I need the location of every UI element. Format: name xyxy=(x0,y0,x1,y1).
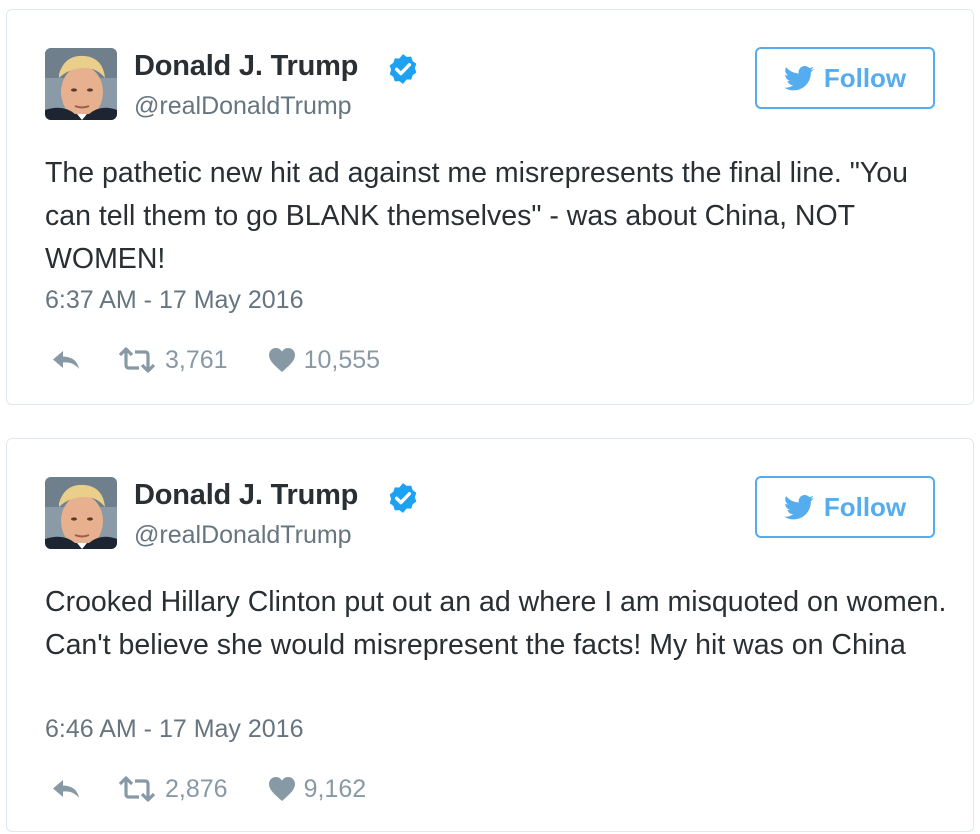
tweet-actions: 2,876 9,162 xyxy=(45,769,366,809)
retweet-icon xyxy=(118,347,156,373)
reply-icon xyxy=(53,351,79,369)
like-count: 9,162 xyxy=(303,774,367,803)
author-handle[interactable]: @realDonaldTrump xyxy=(134,521,352,550)
heart-icon xyxy=(268,777,295,801)
like-button[interactable]: 10,555 xyxy=(268,346,380,375)
avatar-image xyxy=(45,477,117,549)
tweet-text: Crooked Hillary Clinton put out an ad wh… xyxy=(45,586,947,661)
retweet-button[interactable]: 3,761 xyxy=(117,346,228,375)
tweet-actions: 3,761 10,555 xyxy=(45,340,380,380)
avatar-image xyxy=(45,48,117,120)
reply-icon xyxy=(53,780,79,798)
avatar[interactable] xyxy=(45,477,117,549)
verified-badge-icon xyxy=(389,54,417,84)
author-handle[interactable]: @realDonaldTrump xyxy=(134,92,352,121)
tweet-card: Donald J. Trump @realDonaldTrump Follow … xyxy=(6,438,974,832)
reply-button[interactable] xyxy=(49,777,83,801)
retweet-count: 2,876 xyxy=(165,774,228,803)
retweet-count: 3,761 xyxy=(165,345,228,374)
like-count: 10,555 xyxy=(303,345,381,374)
bird-icon xyxy=(783,494,814,519)
bird-icon xyxy=(783,65,814,90)
follow-label: Follow xyxy=(823,62,907,93)
tweet-card: Donald J. Trump @realDonaldTrump Follow … xyxy=(6,9,974,405)
follow-label: Follow xyxy=(823,491,907,522)
reply-button[interactable] xyxy=(49,348,83,372)
retweet-button[interactable]: 2,876 xyxy=(117,775,228,804)
author-name[interactable]: Donald J. Trump xyxy=(134,479,358,512)
heart-icon xyxy=(268,348,295,372)
follow-button[interactable]: Follow xyxy=(755,47,935,109)
follow-button[interactable]: Follow xyxy=(755,476,935,538)
timestamp[interactable]: 6:37 AM - 17 May 2016 xyxy=(45,286,303,315)
like-button[interactable]: 9,162 xyxy=(268,774,367,804)
verified-badge-icon xyxy=(389,483,417,513)
tweet-text: The pathetic new hit ad against me misre… xyxy=(45,157,908,275)
author-name[interactable]: Donald J. Trump xyxy=(134,50,358,83)
retweet-icon xyxy=(118,776,156,802)
avatar[interactable] xyxy=(45,48,117,120)
timestamp[interactable]: 6:46 AM - 17 May 2016 xyxy=(45,715,303,744)
